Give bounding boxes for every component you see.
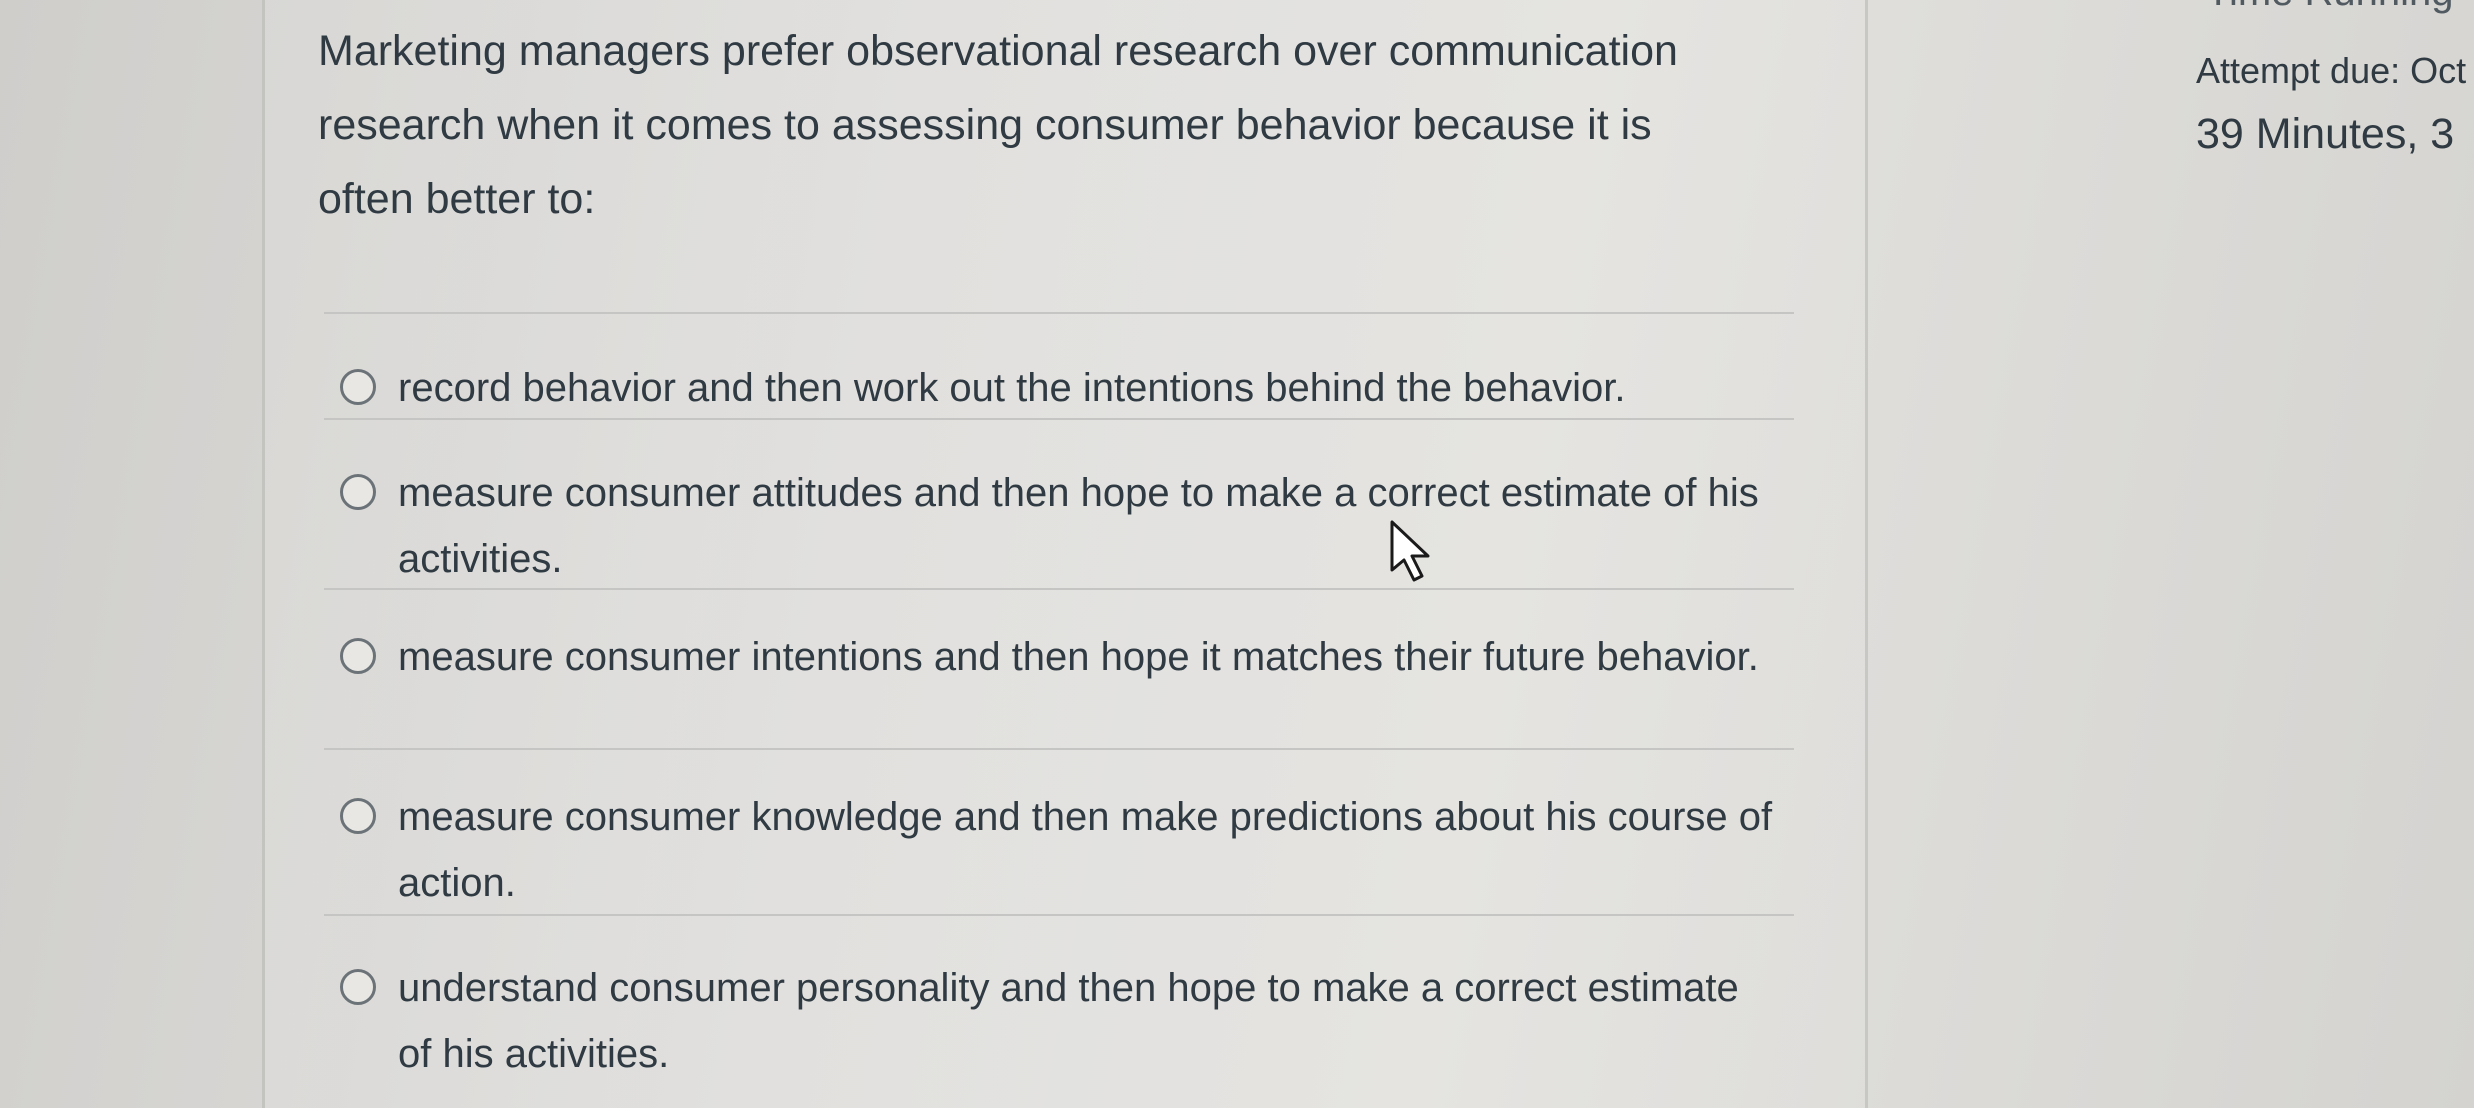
radio-button[interactable]	[340, 474, 376, 510]
radio-button[interactable]	[340, 969, 376, 1005]
answer-label[interactable]: measure consumer intentions and then hop…	[398, 624, 1778, 690]
time-running-label: Time Running	[2206, 0, 2454, 15]
quiz-screen: Marketing managers prefer observational …	[0, 0, 2474, 1108]
answer-option-2[interactable]: measure consumer attitudes and then hope…	[340, 460, 1800, 592]
quiz-sidebar: Time Running Attempt due: Oct 39 Minutes…	[2196, 0, 2474, 200]
question-text: Marketing managers prefer observational …	[318, 27, 1678, 223]
answer-option-4[interactable]: measure consumer knowledge and then make…	[340, 784, 1800, 916]
answer-label[interactable]: record behavior and then work out the in…	[398, 355, 1778, 421]
radio-button[interactable]	[340, 369, 376, 405]
answer-label[interactable]: understand consumer personality and then…	[398, 955, 1778, 1087]
divider	[324, 588, 1794, 590]
answer-option-5[interactable]: understand consumer personality and then…	[340, 955, 1800, 1087]
divider	[324, 748, 1794, 750]
answer-option-3[interactable]: measure consumer intentions and then hop…	[340, 624, 1800, 690]
answer-option-1[interactable]: record behavior and then work out the in…	[340, 355, 1800, 421]
divider	[324, 312, 1794, 314]
answer-label[interactable]: measure consumer knowledge and then make…	[398, 784, 1778, 916]
attempt-due-label: Attempt due: Oct	[2196, 50, 2467, 91]
radio-button[interactable]	[340, 638, 376, 674]
pointer-cursor-icon	[1390, 520, 1430, 582]
radio-button[interactable]	[340, 798, 376, 834]
divider	[324, 914, 1794, 916]
answer-label[interactable]: measure consumer attitudes and then hope…	[398, 460, 1778, 592]
divider	[324, 418, 1794, 420]
time-remaining: 39 Minutes, 3	[2196, 110, 2455, 158]
